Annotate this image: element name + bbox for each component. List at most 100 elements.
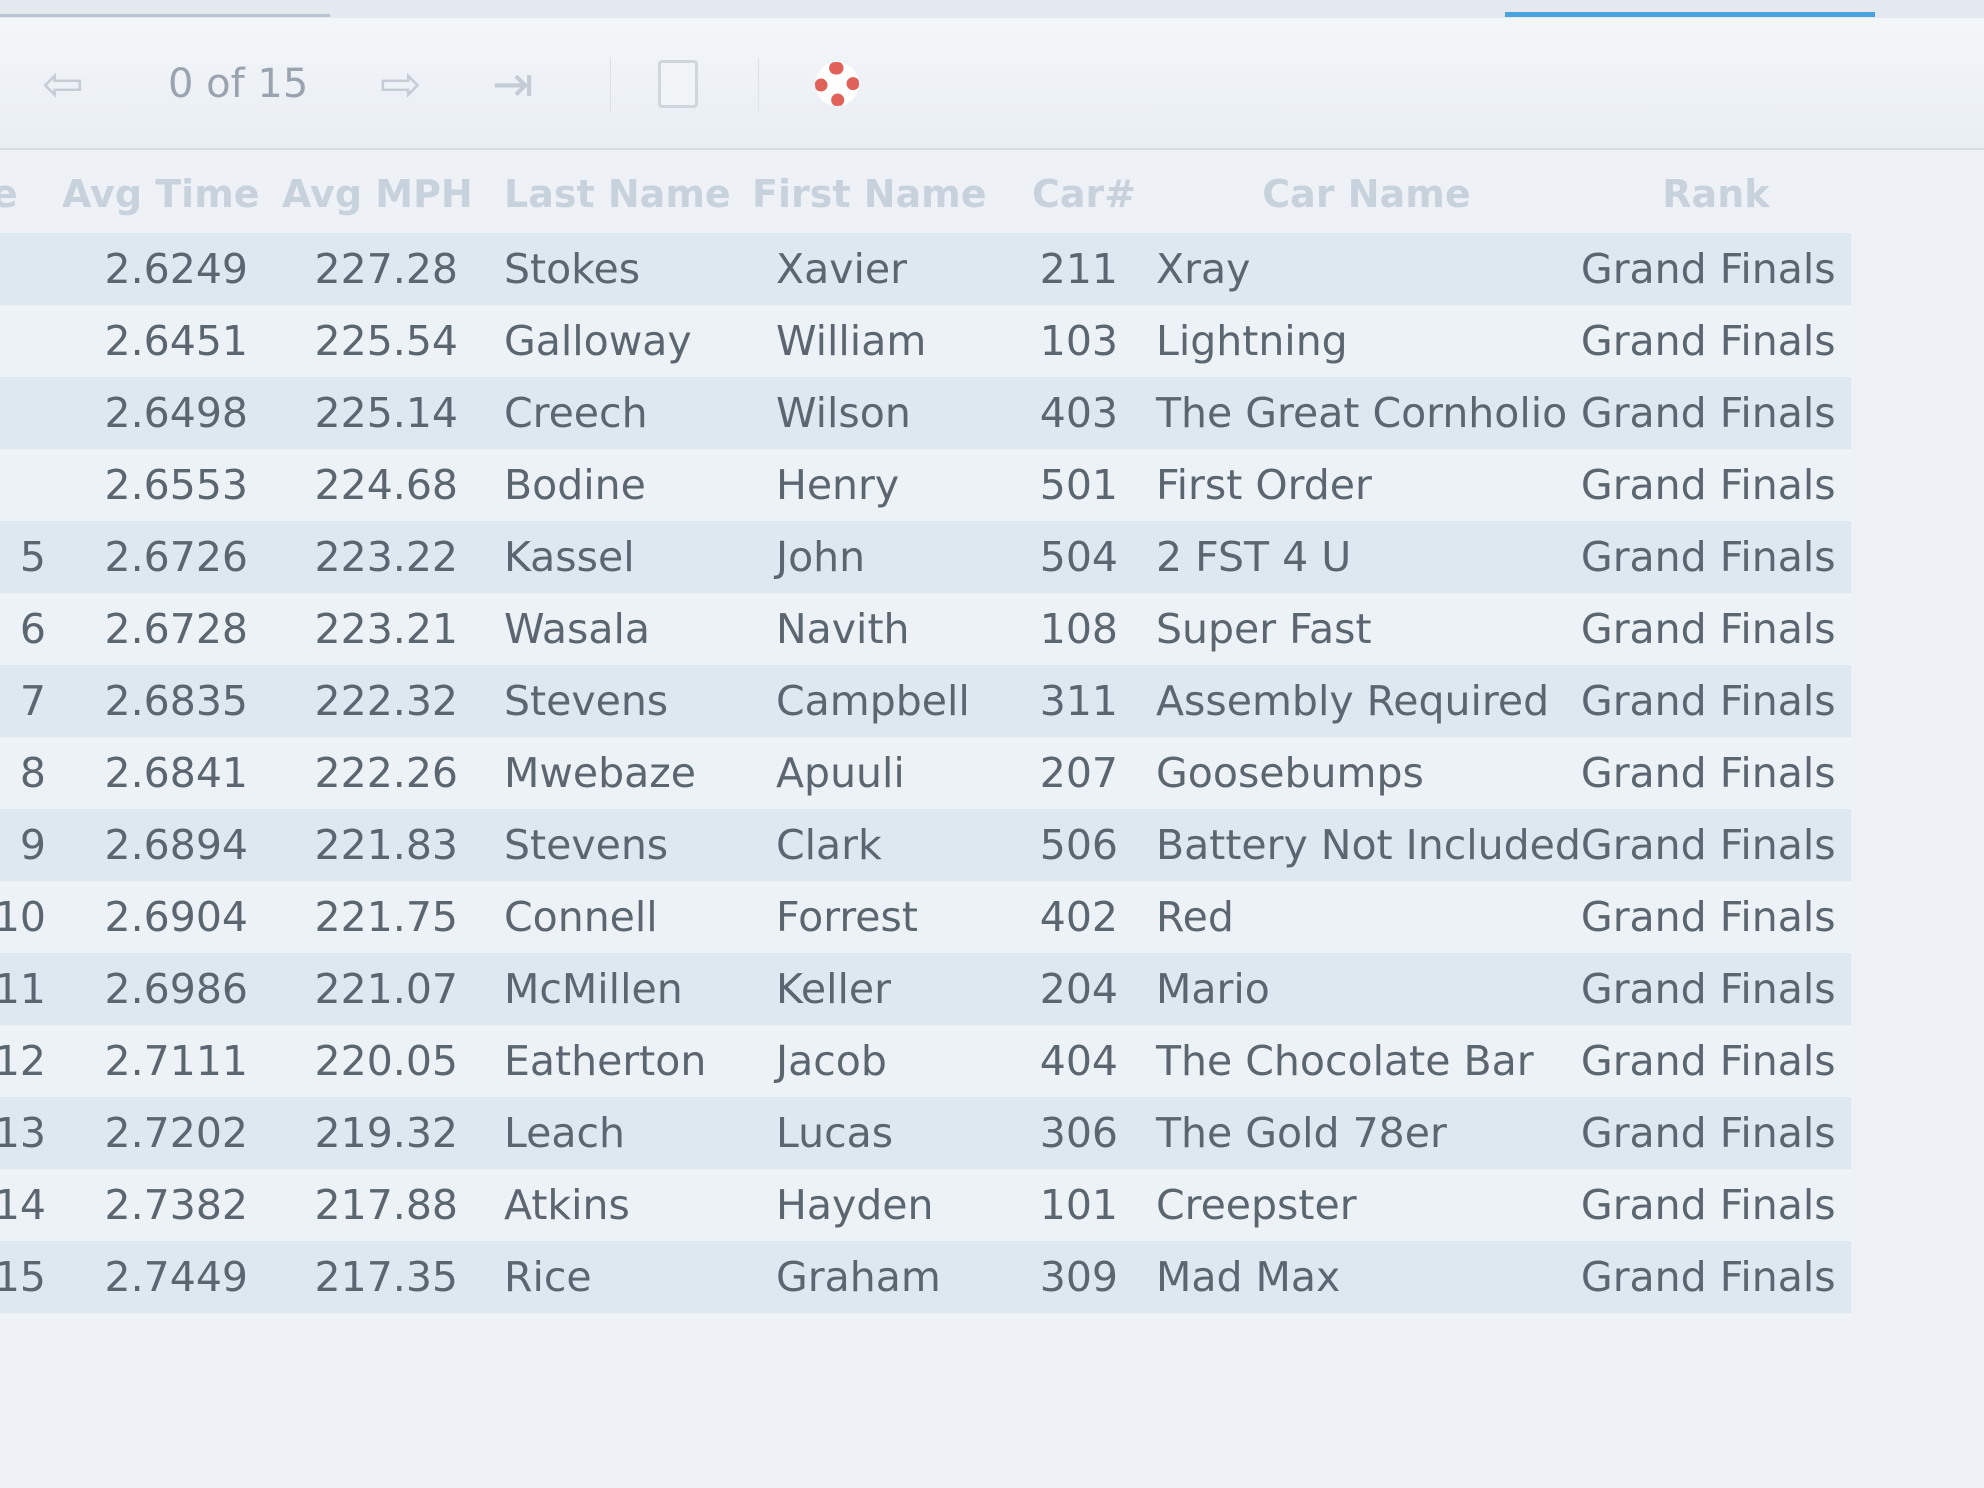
page-button[interactable]	[658, 56, 698, 112]
cell-avg-mph: 225.54	[282, 305, 492, 377]
cell-first-name: Wilson	[752, 377, 1032, 449]
cell-rank: Grand Finals	[1580, 305, 1851, 377]
last-page-icon: ⇥	[492, 55, 534, 113]
cell-avg-time: 2.6986	[62, 953, 282, 1025]
toolbar-separator	[758, 58, 759, 113]
cell-car-number: 101	[1032, 1169, 1152, 1241]
cell-first-name: Keller	[752, 953, 1032, 1025]
cell-avg-mph: 221.83	[282, 809, 492, 881]
cell-rank: Grand Finals	[1580, 665, 1851, 737]
forward-button[interactable]: ⇨	[380, 56, 422, 112]
cell-rank: Grand Finals	[1580, 809, 1851, 881]
cell-position: 12	[0, 1025, 62, 1097]
cell-car-name: The Great Cornholio	[1152, 377, 1581, 449]
forward-arrow-icon: ⇨	[380, 55, 422, 113]
cell-last-name: Atkins	[492, 1169, 752, 1241]
cell-avg-time: 2.7202	[62, 1097, 282, 1169]
lifebuoy-icon	[815, 62, 859, 106]
last-page-button[interactable]: ⇥	[492, 56, 534, 112]
cell-rank: Grand Finals	[1580, 881, 1851, 953]
cell-rank: Grand Finals	[1580, 1169, 1851, 1241]
column-header-last-name[interactable]: Last Name	[492, 155, 752, 233]
cell-car-number: 504	[1032, 521, 1152, 593]
column-header-rank[interactable]: Rank	[1581, 155, 1851, 233]
help-button[interactable]	[815, 56, 859, 112]
column-header-first-name[interactable]: First Name	[752, 155, 1032, 233]
cell-position	[0, 233, 62, 305]
cell-avg-mph: 220.05	[282, 1025, 492, 1097]
cell-first-name: Apuuli	[752, 737, 1032, 809]
cell-rank: Grand Finals	[1580, 953, 1851, 1025]
cell-position: 15	[0, 1241, 62, 1313]
table-row[interactable]: 5 2.6726 223.22 Kassel John 504 2 FST 4 U Grand…	[0, 521, 1851, 593]
cell-first-name: Graham	[752, 1241, 1032, 1313]
cell-car-number: 306	[1032, 1097, 1152, 1169]
cell-last-name: Bodine	[492, 449, 752, 521]
cell-first-name: Clark	[752, 809, 1032, 881]
table-row[interactable]: 11 2.6986 221.07 McMillen Keller 204 Mario Gran…	[0, 953, 1851, 1025]
cell-first-name: Xavier	[752, 233, 1032, 305]
page-icon	[658, 60, 698, 108]
cell-car-number: 103	[1032, 305, 1152, 377]
cell-last-name: Creech	[492, 377, 752, 449]
cell-avg-time: 2.6726	[62, 521, 282, 593]
column-header-avg-mph[interactable]: Avg MPH	[282, 155, 492, 233]
header-row: e Avg Time Avg MPH Last Name First Name …	[0, 155, 1851, 233]
table-row[interactable]: 15 2.7449 217.35 Rice Graham 309 Mad Max Grand …	[0, 1241, 1851, 1313]
table-row[interactable]: 2.6498 225.14 Creech Wilson 403 The Great Cor…	[0, 377, 1851, 449]
cell-first-name: Navith	[752, 593, 1032, 665]
cell-avg-mph: 222.32	[282, 665, 492, 737]
cell-last-name: Stevens	[492, 809, 752, 881]
cell-position: 9	[0, 809, 62, 881]
table-row[interactable]: 13 2.7202 219.32 Leach Lucas 306 The Gold 78er…	[0, 1097, 1851, 1169]
cell-avg-mph: 223.21	[282, 593, 492, 665]
column-header-car-number[interactable]: Car#	[1032, 155, 1152, 233]
cell-position	[0, 449, 62, 521]
cell-car-number: 309	[1032, 1241, 1152, 1313]
cell-last-name: Galloway	[492, 305, 752, 377]
table-row[interactable]: 2.6553 224.68 Bodine Henry 501 First Order Gra…	[0, 449, 1851, 521]
table-row[interactable]: 14 2.7382 217.88 Atkins Hayden 101 Creepster Gr…	[0, 1169, 1851, 1241]
cell-last-name: Connell	[492, 881, 752, 953]
cell-avg-mph: 221.07	[282, 953, 492, 1025]
table-row[interactable]: 9 2.6894 221.83 Stevens Clark 506 Battery Not …	[0, 809, 1851, 881]
table-row[interactable]: 7 2.6835 222.32 Stevens Campbell 311 Assembly …	[0, 665, 1851, 737]
cell-first-name: Jacob	[752, 1025, 1032, 1097]
window-top-strip	[0, 0, 1984, 19]
cell-rank: Grand Finals	[1580, 377, 1851, 449]
table-row[interactable]: 2.6249 227.28 Stokes Xavier 211 Xray Grand Fin…	[0, 233, 1851, 305]
table-row[interactable]: 12 2.7111 220.05 Eatherton Jacob 404 The Choco…	[0, 1025, 1851, 1097]
cell-last-name: Wasala	[492, 593, 752, 665]
cell-car-number: 404	[1032, 1025, 1152, 1097]
cell-position: 5	[0, 521, 62, 593]
column-header-position[interactable]: e	[0, 155, 62, 233]
cell-last-name: Rice	[492, 1241, 752, 1313]
column-header-avg-time[interactable]: Avg Time	[62, 155, 282, 233]
cell-avg-mph: 227.28	[282, 233, 492, 305]
cell-first-name: William	[752, 305, 1032, 377]
table-row[interactable]: 8 2.6841 222.26 Mwebaze Apuuli 207 Goosebumps G…	[0, 737, 1851, 809]
table-row[interactable]: 6 2.6728 223.21 Wasala Navith 108 Super Fast Gr…	[0, 593, 1851, 665]
cell-avg-mph: 223.22	[282, 521, 492, 593]
cell-avg-mph: 222.26	[282, 737, 492, 809]
cell-last-name: McMillen	[492, 953, 752, 1025]
cell-avg-mph: 224.68	[282, 449, 492, 521]
record-counter: 0 of 15	[168, 61, 309, 107]
toolbar-separator	[610, 58, 611, 113]
cell-car-name: The Gold 78er	[1152, 1097, 1581, 1169]
cell-rank: Grand Finals	[1580, 449, 1851, 521]
results-table: e Avg Time Avg MPH Last Name First Name …	[0, 155, 1851, 1313]
table-row[interactable]: 10 2.6904 221.75 Connell Forrest 402 Red Grand …	[0, 881, 1851, 953]
cell-car-number: 207	[1032, 737, 1152, 809]
active-tab-indicator[interactable]	[1505, 12, 1875, 17]
cell-position: 11	[0, 953, 62, 1025]
cell-car-number: 204	[1032, 953, 1152, 1025]
cell-car-name: Super Fast	[1152, 593, 1581, 665]
cell-car-number: 403	[1032, 377, 1152, 449]
cell-last-name: Kassel	[492, 521, 752, 593]
table-row[interactable]: 2.6451 225.54 Galloway William 103 Lightning G…	[0, 305, 1851, 377]
cell-rank: Grand Finals	[1580, 233, 1851, 305]
cell-car-name: Lightning	[1152, 305, 1581, 377]
back-button[interactable]: ⇦	[42, 56, 84, 112]
column-header-car-name[interactable]: Car Name	[1152, 155, 1581, 233]
